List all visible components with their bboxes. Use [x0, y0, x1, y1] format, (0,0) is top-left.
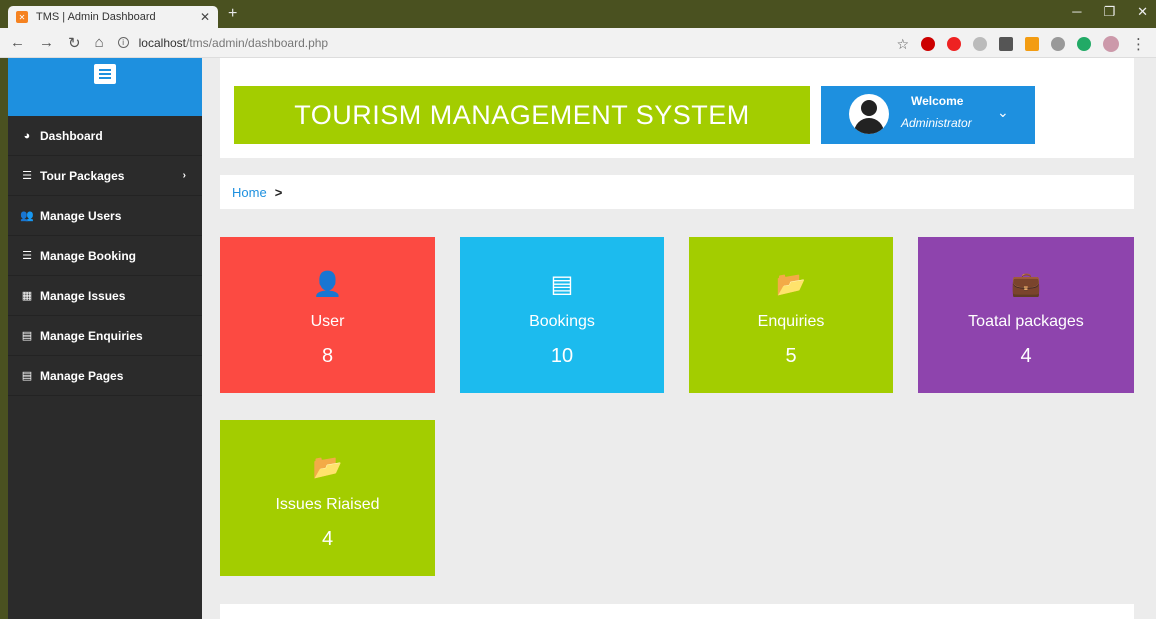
- sidebar-item-label: Tour Packages: [40, 168, 125, 183]
- url-field[interactable]: localhost/tms/admin/dashboard.php: [139, 36, 328, 50]
- folder-open-icon: 📂: [312, 454, 343, 481]
- stat-label: Enquiries: [757, 313, 825, 330]
- stat-label: Issues Riaised: [275, 496, 380, 513]
- sidebar-item-manage-booking[interactable]: ☰ Manage Booking: [8, 236, 202, 276]
- stat-label: Bookings: [529, 313, 595, 330]
- list-alt-icon: ▤: [550, 271, 574, 298]
- sidebar-item-label: Dashboard: [40, 128, 103, 143]
- cloud-extension-icon[interactable]: [1051, 37, 1065, 51]
- forward-icon[interactable]: →: [39, 34, 54, 51]
- breadcrumb: Home >: [220, 175, 1134, 209]
- stat-card-bookings[interactable]: ▤ Bookings 10: [460, 237, 664, 393]
- stat-card-user[interactable]: 👤 User 8: [220, 237, 435, 393]
- chevron-right-icon: ›: [182, 170, 186, 181]
- sidebar-item-manage-pages[interactable]: ▤ Manage Pages: [8, 356, 202, 396]
- header: TOURISM MANAGEMENT SYSTEM Welcome Admini…: [220, 58, 1134, 158]
- sidebar-item-dashboard[interactable]: ◕ Dashboard: [8, 116, 202, 156]
- user-icon: 👤: [312, 271, 343, 298]
- restore-icon[interactable]: ❐: [1103, 4, 1115, 20]
- user-role: Administrator: [901, 116, 972, 130]
- folder-open-icon: 📂: [776, 271, 806, 298]
- list-icon: ☰: [22, 250, 32, 262]
- sidebar-item-label: Manage Booking: [40, 248, 137, 263]
- stat-card-issues-raised[interactable]: 📂 Issues Riaised 4: [220, 420, 435, 576]
- abp-extension-icon[interactable]: [921, 37, 935, 51]
- sidebar-item-label: Manage Enquiries: [40, 328, 143, 343]
- sidebar-item-label: Manage Users: [40, 208, 122, 223]
- browser-titlebar: ✕ TMS | Admin Dashboard ✕ + ─ ❐ ✕: [0, 0, 1156, 28]
- browser-tab[interactable]: ✕ TMS | Admin Dashboard ✕: [8, 6, 218, 28]
- dashboard-icon: ◕: [23, 129, 31, 142]
- users-icon: 👥: [20, 210, 34, 222]
- tab-title: TMS | Admin Dashboard: [36, 11, 156, 23]
- address-bar: ← → ↻ ⌂ i localhost/tms/admin/dashboard.…: [0, 28, 1156, 58]
- home-icon[interactable]: ⌂: [95, 34, 104, 51]
- breadcrumb-home-link[interactable]: Home: [232, 185, 267, 200]
- content-panel: [220, 604, 1134, 619]
- stat-label: Toatal packages: [968, 313, 1084, 330]
- selenium-extension-icon[interactable]: [999, 37, 1013, 51]
- window-close-icon[interactable]: ✕: [1137, 4, 1148, 20]
- url-host: localhost: [138, 35, 187, 50]
- info-icon[interactable]: i: [117, 37, 129, 48]
- stat-value: 8: [321, 345, 334, 367]
- file-icon: ▤: [21, 370, 33, 382]
- globe-extension-icon[interactable]: [1077, 37, 1091, 51]
- close-icon[interactable]: ✕: [200, 10, 210, 24]
- sidebar-header: [8, 58, 202, 116]
- stat-label: User: [310, 313, 345, 330]
- bookmark-star-icon[interactable]: ☆: [896, 36, 909, 53]
- file-icon: ▤: [21, 330, 33, 342]
- avatar: [849, 94, 889, 134]
- reload-icon[interactable]: ↻: [68, 34, 81, 52]
- menu-kebab-icon[interactable]: ⋮: [1131, 35, 1146, 53]
- stat-value: 4: [1020, 345, 1032, 367]
- sidebar-item-manage-issues[interactable]: ▦ Manage Issues: [8, 276, 202, 316]
- extension-icon[interactable]: [973, 37, 987, 51]
- url-path: /tms/admin/dashboard.php: [186, 35, 329, 50]
- briefcase-icon: 💼: [1011, 271, 1041, 298]
- sidebar: ◕ Dashboard ☰ Tour Packages › 👥 Manage U…: [8, 58, 202, 619]
- user-menu[interactable]: Welcome Administrator ⌄: [821, 86, 1035, 144]
- sidebar-item-label: Manage Issues: [40, 288, 126, 303]
- chevron-down-icon[interactable]: ⌄: [997, 104, 1009, 121]
- list-icon: ☰: [22, 170, 32, 182]
- page-title: TOURISM MANAGEMENT SYSTEM: [234, 86, 810, 144]
- table-icon: ▦: [21, 290, 33, 302]
- main-content: TOURISM MANAGEMENT SYSTEM Welcome Admini…: [202, 58, 1156, 619]
- stat-value: 5: [785, 345, 797, 367]
- menu-toggle-icon[interactable]: [94, 64, 116, 84]
- sidebar-item-manage-enquiries[interactable]: ▤ Manage Enquiries: [8, 316, 202, 356]
- stat-card-enquiries[interactable]: 📂 Enquiries 5: [689, 237, 893, 393]
- minimize-icon[interactable]: ─: [1072, 4, 1081, 20]
- rss-extension-icon[interactable]: [1025, 37, 1039, 51]
- welcome-label: Welcome: [911, 94, 964, 108]
- sidebar-item-label: Manage Pages: [40, 368, 124, 383]
- new-tab-icon[interactable]: +: [228, 5, 237, 23]
- stat-card-total-packages[interactable]: 💼 Toatal packages 4: [918, 237, 1134, 393]
- stat-value: 4: [321, 528, 334, 550]
- chevron-right-icon: >: [274, 184, 283, 200]
- xampp-icon: ✕: [16, 11, 28, 23]
- ublock-extension-icon[interactable]: [947, 37, 961, 51]
- profile-avatar-icon[interactable]: [1103, 36, 1119, 52]
- back-icon[interactable]: ←: [10, 34, 25, 51]
- sidebar-item-manage-users[interactable]: 👥 Manage Users: [8, 196, 202, 236]
- sidebar-item-tour-packages[interactable]: ☰ Tour Packages ›: [8, 156, 202, 196]
- stat-value: 10: [550, 345, 574, 367]
